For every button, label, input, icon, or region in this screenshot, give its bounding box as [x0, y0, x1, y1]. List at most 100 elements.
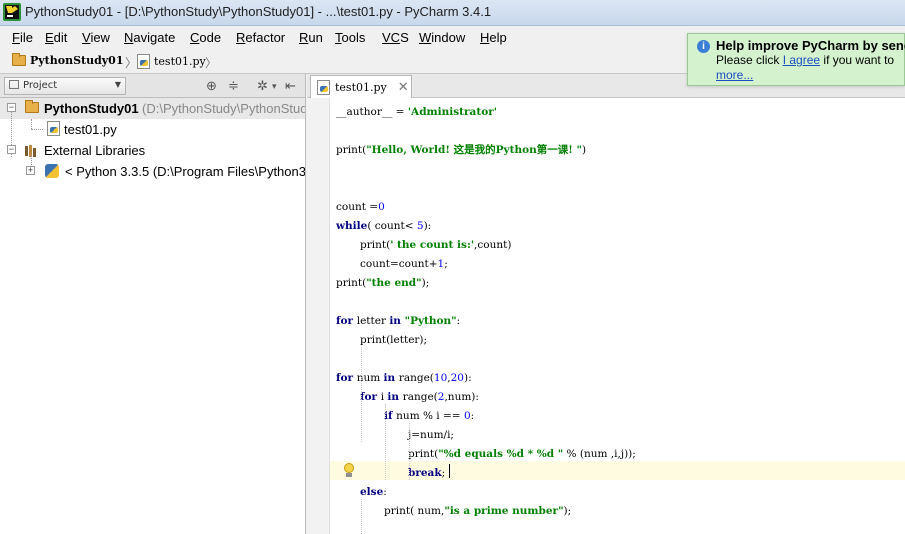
- more-link[interactable]: more...: [716, 68, 753, 82]
- tree-python-label: < Python 3.3.5 (D:\Program Files\Python3…: [65, 164, 306, 179]
- collapse-icon[interactable]: −: [7, 103, 16, 112]
- code-token: j=num/i;: [408, 429, 454, 441]
- expand-icon[interactable]: +: [26, 166, 35, 175]
- code-token: 'Administrator': [407, 106, 497, 118]
- code-line[interactable]: while( count< 5):: [336, 217, 431, 236]
- scroll-from-source-icon[interactable]: ⊕: [206, 78, 217, 94]
- code-token: 20: [450, 372, 464, 384]
- indent-guide: [385, 404, 386, 480]
- breadcrumb-project[interactable]: PythonStudy01: [12, 53, 124, 67]
- menu-item[interactable]: Edit: [45, 30, 67, 45]
- code-token: num % i ==: [396, 410, 464, 422]
- tree-item-project-root[interactable]: − PythonStudy01 (D:\PythonStudy\PythonSt…: [0, 98, 305, 119]
- breadcrumb-project-label: PythonStudy01: [30, 54, 124, 67]
- menu-item-label: dit: [53, 30, 68, 45]
- menu-item[interactable]: Code: [190, 30, 221, 45]
- code-line[interactable]: print(letter);: [360, 331, 427, 350]
- menu-item-label: indow: [431, 30, 466, 45]
- code-token: print(: [336, 144, 367, 156]
- code-token: print( num,: [384, 505, 445, 517]
- tree-external-label: External Libraries: [44, 143, 146, 158]
- menu-item[interactable]: Window: [419, 30, 465, 45]
- code-token: else: [360, 486, 384, 498]
- notification-text-before: Please click: [716, 53, 783, 67]
- library-icon: [25, 140, 40, 157]
- code-token: while: [336, 220, 368, 232]
- menu-item-label: iew: [90, 30, 110, 45]
- code-token: "%d equals %d * %d ": [438, 448, 564, 460]
- code-line[interactable]: for num in range(10,20):: [336, 369, 472, 388]
- code-line[interactable]: count=count+1;: [360, 255, 448, 274]
- hide-panel-icon[interactable]: ⇤: [285, 78, 296, 94]
- code-line[interactable]: break;: [408, 464, 445, 483]
- code-token: print(: [360, 239, 391, 251]
- code-token: for: [336, 315, 357, 327]
- menu-item-mnemonic: R: [299, 30, 309, 45]
- python-file-icon: [47, 121, 60, 136]
- code-token: ,count): [474, 239, 512, 251]
- text-caret: [449, 464, 450, 478]
- code-token: ;: [441, 467, 446, 479]
- code-line[interactable]: count =0: [336, 198, 385, 217]
- menu-item-label: ode: [199, 30, 222, 45]
- tree-file-label: test01.py: [64, 122, 117, 137]
- code-token: in: [389, 315, 405, 327]
- project-view-select[interactable]: Project ▼: [4, 77, 126, 95]
- project-view-label: Project: [23, 80, 58, 91]
- code-token: __author__ =: [336, 106, 408, 118]
- lightbulb-icon[interactable]: [343, 463, 355, 478]
- code-token: in: [383, 372, 399, 384]
- code-line[interactable]: print( num,"is a prime number");: [384, 502, 571, 521]
- notification-text: Please click I agree if you want to: [716, 53, 894, 67]
- menu-item[interactable]: File: [12, 30, 33, 45]
- code-editor[interactable]: __author__ = 'Administrator' print("Hello…: [307, 98, 905, 534]
- code-token: range(: [402, 391, 438, 403]
- code-line[interactable]: if num % i == 0:: [384, 407, 474, 426]
- tab-test01[interactable]: test01.py ✕: [310, 75, 412, 98]
- code-token: ):: [423, 220, 432, 232]
- code-line[interactable]: for i in range(2,num):: [360, 388, 479, 407]
- menu-item[interactable]: Refactor: [236, 30, 285, 45]
- code-line[interactable]: else:: [360, 483, 387, 502]
- code-token: print(: [408, 448, 439, 460]
- code-token: ' the count is:': [390, 239, 475, 251]
- collapse-icon[interactable]: −: [7, 145, 16, 154]
- python-file-icon: [317, 79, 330, 95]
- collapse-all-icon[interactable]: ≑: [228, 78, 239, 94]
- pycharm-logo-icon: [3, 3, 21, 21]
- code-token: "is a prime number": [444, 505, 564, 517]
- code-line[interactable]: j=num/i;: [408, 426, 454, 445]
- folder-icon: [12, 53, 26, 66]
- code-token: :: [456, 315, 461, 327]
- menu-item[interactable]: Tools: [335, 30, 365, 45]
- project-panel-header: Project ▼ ⊕ ≑ ✲ ▾ ⇤: [0, 74, 306, 98]
- code-line[interactable]: __author__ = 'Administrator': [336, 103, 497, 122]
- code-line[interactable]: print("%d equals %d * %d " % (num ,i,j))…: [408, 445, 636, 464]
- breadcrumb-file[interactable]: test01.py: [137, 54, 206, 69]
- menu-item[interactable]: VCS: [382, 30, 409, 45]
- menu-item[interactable]: Navigate: [124, 30, 175, 45]
- dropdown-arrow-icon: ▼: [114, 80, 121, 89]
- menu-item-label: ile: [19, 30, 33, 45]
- i-agree-link[interactable]: I agree: [783, 53, 820, 67]
- menu-item[interactable]: View: [82, 30, 110, 45]
- code-line[interactable]: print("the end");: [336, 274, 429, 293]
- code-token: in: [387, 391, 403, 403]
- code-line[interactable]: print("Hello, World! 这是我的Python第一课! "): [336, 141, 586, 160]
- menu-item-mnemonic: E: [45, 30, 54, 45]
- code-line[interactable]: print(' the count is:',count): [360, 236, 511, 255]
- code-line[interactable]: for letter in "Python":: [336, 312, 460, 331]
- notification-balloon[interactable]: i Help improve PyCharm by send Please cl…: [687, 33, 905, 86]
- menu-item[interactable]: Run: [299, 30, 323, 45]
- menu-item-label: ools: [341, 30, 366, 45]
- gear-icon[interactable]: ✲: [257, 78, 268, 94]
- menu-item[interactable]: Help: [480, 30, 507, 45]
- menu-item-mnemonic: F: [12, 30, 20, 45]
- notification-title: Help improve PyCharm by send: [716, 38, 905, 53]
- gear-dropdown-icon[interactable]: ▾: [272, 81, 277, 92]
- code-token: );: [563, 505, 572, 517]
- close-icon[interactable]: ✕: [398, 80, 409, 95]
- code-token: "the end": [366, 277, 422, 289]
- python-file-icon: [137, 54, 150, 69]
- code-token: print(letter);: [360, 334, 428, 346]
